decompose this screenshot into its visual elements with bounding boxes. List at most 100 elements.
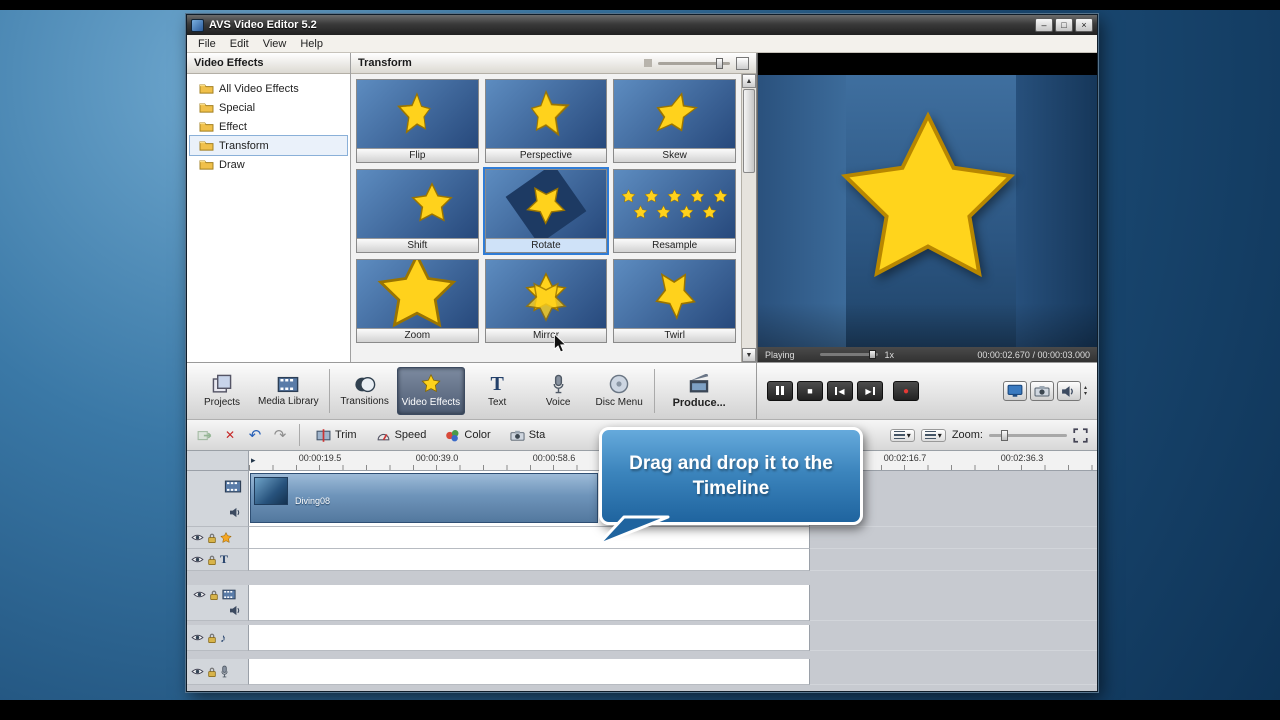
- app-window: AVS Video Editor 5.2 – □ × File Edit Vie…: [186, 14, 1098, 692]
- projects-button[interactable]: Projects: [193, 367, 251, 415]
- scroll-down-icon[interactable]: ▼: [742, 348, 756, 362]
- tree-item-effect[interactable]: Effect: [190, 117, 347, 136]
- effect-skew[interactable]: Skew: [613, 79, 736, 163]
- lock-icon[interactable]: [207, 666, 217, 678]
- timeline-clip[interactable]: Diving08: [250, 473, 598, 523]
- view-mode-button[interactable]: [736, 57, 749, 70]
- stabilize-button[interactable]: Sta: [504, 427, 552, 444]
- overlay-track[interactable]: [249, 585, 810, 621]
- effect-mirror[interactable]: Mirror: [485, 259, 608, 343]
- toolbar-separator: [299, 424, 300, 446]
- effect-rotate[interactable]: Rotate: [485, 169, 608, 253]
- undo-button[interactable]: ↶: [246, 426, 264, 444]
- menu-file[interactable]: File: [192, 37, 222, 51]
- spin-down-icon[interactable]: ▾: [1084, 391, 1087, 397]
- trim-button[interactable]: Trim: [310, 427, 363, 444]
- lock-icon[interactable]: [207, 554, 217, 566]
- menu-help[interactable]: Help: [294, 37, 329, 51]
- eye-icon[interactable]: [193, 590, 206, 599]
- effect-zoom[interactable]: Zoom: [356, 259, 479, 343]
- mute-button[interactable]: [1057, 381, 1081, 401]
- effect-resample[interactable]: Resample: [613, 169, 736, 253]
- scrollbar-thumb[interactable]: [743, 89, 755, 173]
- lock-icon[interactable]: [207, 632, 217, 644]
- record-button[interactable]: ●: [893, 381, 919, 401]
- video-effects-button[interactable]: Video Effects: [397, 367, 466, 415]
- overlay-track-icon: [222, 589, 236, 600]
- scrollbar-track[interactable]: [742, 88, 756, 348]
- minimize-button[interactable]: –: [1035, 18, 1053, 32]
- lock-icon[interactable]: [207, 532, 217, 544]
- tree-item-draw[interactable]: Draw: [190, 155, 347, 174]
- effect-shift[interactable]: Shift: [356, 169, 479, 253]
- star-icon: [644, 189, 659, 204]
- previous-frame-button[interactable]: ◀: [827, 381, 853, 401]
- snapshot-button[interactable]: [1030, 381, 1054, 401]
- audio-track[interactable]: [249, 625, 810, 651]
- mouse-cursor: [553, 334, 567, 353]
- filmstrip-icon[interactable]: [224, 480, 242, 493]
- list-icon: [894, 431, 905, 440]
- scroll-up-icon[interactable]: ▲: [742, 74, 756, 88]
- track-options-button[interactable]: ▾: [890, 429, 915, 442]
- tree-item-transform[interactable]: Transform: [190, 136, 347, 155]
- eye-icon[interactable]: [191, 633, 204, 642]
- maximize-button[interactable]: □: [1055, 18, 1073, 32]
- lock-icon[interactable]: [209, 589, 219, 601]
- timeline-zoom-thumb[interactable]: [1001, 430, 1008, 441]
- timeline-zoom-slider[interactable]: [989, 434, 1067, 437]
- text-track[interactable]: [249, 549, 810, 571]
- folder-icon: [199, 120, 214, 133]
- effect-twirl[interactable]: Twirl: [613, 259, 736, 343]
- menu-edit[interactable]: Edit: [224, 37, 255, 51]
- effects-panel-header: Video Effects: [187, 53, 350, 74]
- voice-button[interactable]: Voice: [529, 367, 587, 415]
- volume-stepper[interactable]: ▴ ▾: [1084, 385, 1087, 397]
- effect-flip[interactable]: Flip: [356, 79, 479, 163]
- eye-icon[interactable]: [191, 667, 204, 676]
- playback-speed[interactable]: 1x: [885, 350, 895, 360]
- export-button[interactable]: [196, 426, 214, 444]
- track-manager-button[interactable]: ▾: [921, 429, 946, 442]
- tree-item-special[interactable]: Special: [190, 98, 347, 117]
- transitions-button[interactable]: Transitions: [336, 367, 394, 415]
- display-settings-button[interactable]: [1003, 381, 1027, 401]
- effects-category-panel: Video Effects All Video Effects Special …: [187, 53, 351, 362]
- fit-timeline-icon[interactable]: [1073, 428, 1088, 443]
- effect-perspective[interactable]: Perspective: [485, 79, 608, 163]
- thumbnail-size-slider[interactable]: [658, 62, 730, 65]
- redo-button[interactable]: ↷: [271, 426, 289, 444]
- disc-menu-button[interactable]: Disc Menu: [590, 367, 648, 415]
- produce-button[interactable]: Produce...: [661, 367, 737, 415]
- eye-icon[interactable]: [191, 533, 204, 542]
- display-icon: [1007, 384, 1023, 398]
- folder-icon: [199, 101, 214, 114]
- speed-button[interactable]: Speed: [370, 427, 433, 444]
- thumbnail-size-slider-thumb[interactable]: [716, 58, 723, 69]
- media-library-button[interactable]: Media Library: [254, 367, 323, 415]
- effect-track[interactable]: [249, 527, 810, 549]
- menu-view[interactable]: View: [257, 37, 293, 51]
- stop-button[interactable]: ■: [797, 381, 823, 401]
- voice-track[interactable]: [249, 659, 810, 685]
- pause-button[interactable]: [767, 381, 793, 401]
- stage-floor: [758, 303, 1097, 347]
- seek-slider[interactable]: [820, 353, 878, 356]
- track-gap: [187, 651, 1097, 659]
- speaker-icon[interactable]: [229, 605, 242, 616]
- effects-scrollbar[interactable]: ▲ ▼: [741, 74, 756, 362]
- delete-button[interactable]: ✕: [221, 426, 239, 444]
- next-frame-button[interactable]: ▶: [857, 381, 883, 401]
- titlebar[interactable]: AVS Video Editor 5.2 – □ ×: [187, 15, 1097, 35]
- callout-tail: [592, 515, 676, 549]
- dropdown-icon: ▾: [907, 431, 911, 440]
- close-button[interactable]: ×: [1075, 18, 1093, 32]
- text-button[interactable]: T Text: [468, 367, 526, 415]
- effects-panel-title: Video Effects: [194, 57, 264, 69]
- undo-icon: ↶: [249, 426, 262, 444]
- speaker-icon[interactable]: [229, 507, 242, 518]
- seek-slider-thumb[interactable]: [869, 350, 876, 359]
- color-button[interactable]: Color: [439, 427, 496, 444]
- eye-icon[interactable]: [191, 555, 204, 564]
- tree-item-all-video-effects[interactable]: All Video Effects: [190, 79, 347, 98]
